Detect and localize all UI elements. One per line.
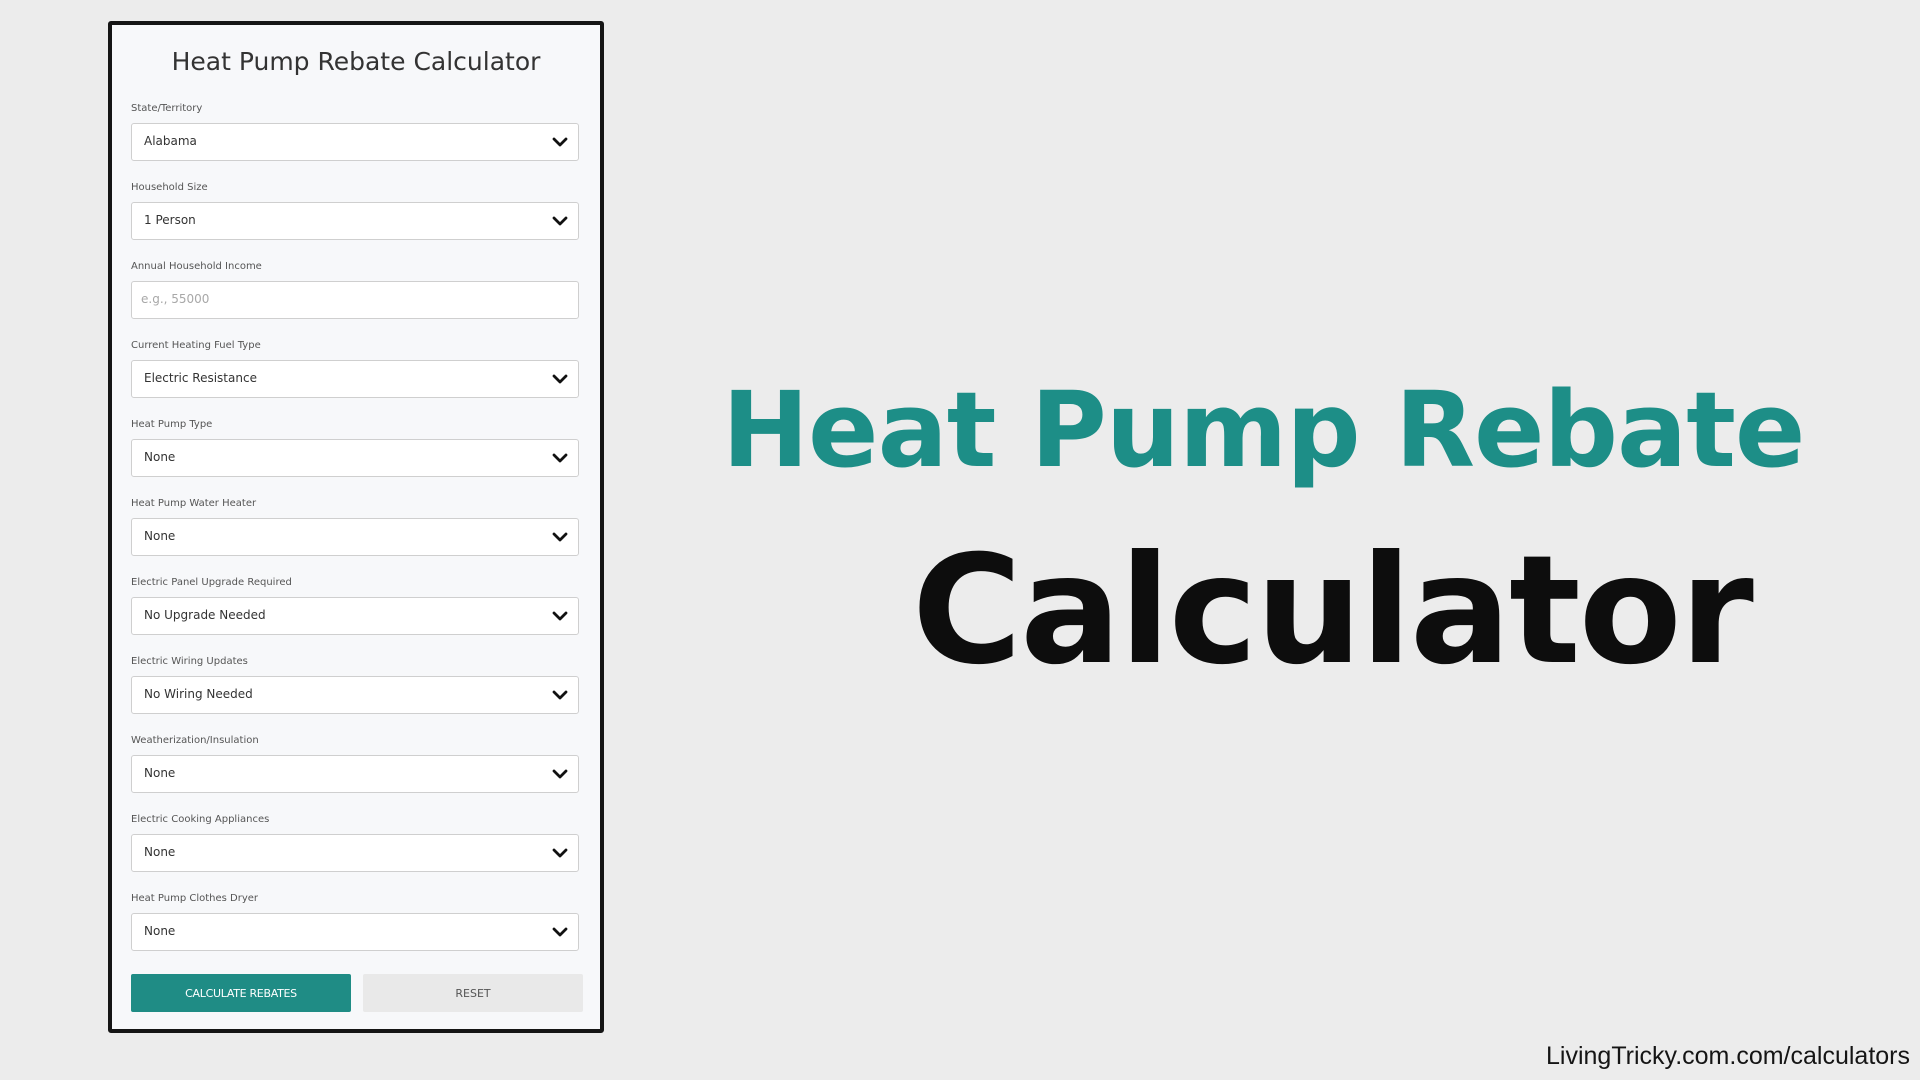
reset-button[interactable]: RESET <box>363 974 583 1012</box>
calculator-panel: Heat Pump Rebate Calculator State/Territ… <box>108 21 604 1033</box>
wiring-label: Electric Wiring Updates <box>131 656 248 667</box>
chevron-down-icon <box>552 611 568 621</box>
water-heater-label: Heat Pump Water Heater <box>131 498 257 509</box>
weatherization-value: None <box>144 766 176 780</box>
fuel-type-label: Current Heating Fuel Type <box>131 340 261 351</box>
income-label: Annual Household Income <box>131 261 262 272</box>
household-size-value: 1 Person <box>144 213 196 227</box>
chevron-down-icon <box>552 216 568 226</box>
dryer-value: None <box>144 924 176 938</box>
heat-pump-type-select[interactable]: None <box>131 439 579 477</box>
panel-upgrade-label: Electric Panel Upgrade Required <box>131 577 292 588</box>
footer-url: LivingTricky.com.com/calculators <box>1546 1042 1910 1070</box>
hero-title-line2: Calculator <box>912 524 1754 698</box>
weatherization-label: Weatherization/Insulation <box>131 735 259 746</box>
panel-upgrade-select[interactable]: No Upgrade Needed <box>131 597 579 635</box>
panel-upgrade-value: No Upgrade Needed <box>144 608 266 622</box>
cooking-value: None <box>144 845 176 859</box>
cooking-label: Electric Cooking Appliances <box>131 814 270 825</box>
chevron-down-icon <box>552 927 568 937</box>
chevron-down-icon <box>552 690 568 700</box>
hero-title-line1: Heat Pump Rebate <box>722 369 1805 491</box>
water-heater-value: None <box>144 529 176 543</box>
household-size-select[interactable]: 1 Person <box>131 202 579 240</box>
dryer-select[interactable]: None <box>131 913 579 951</box>
chevron-down-icon <box>552 137 568 147</box>
fuel-type-select[interactable]: Electric Resistance <box>131 360 579 398</box>
weatherization-select[interactable]: None <box>131 755 579 793</box>
wiring-value: No Wiring Needed <box>144 687 253 701</box>
chevron-down-icon <box>552 769 568 779</box>
chevron-down-icon <box>552 374 568 384</box>
income-input[interactable]: e.g., 55000 <box>131 281 579 319</box>
chevron-down-icon <box>552 848 568 858</box>
income-placeholder: e.g., 55000 <box>141 292 210 306</box>
dryer-label: Heat Pump Clothes Dryer <box>131 893 259 904</box>
cooking-select[interactable]: None <box>131 834 579 872</box>
state-select[interactable]: Alabama <box>131 123 579 161</box>
water-heater-select[interactable]: None <box>131 518 579 556</box>
calculate-rebates-button[interactable]: CALCULATE REBATES <box>131 974 351 1012</box>
chevron-down-icon <box>552 532 568 542</box>
state-label: State/Territory <box>131 103 203 114</box>
fuel-type-value: Electric Resistance <box>144 371 257 385</box>
calculator-title: Heat Pump Rebate Calculator <box>171 47 541 76</box>
household-size-label: Household Size <box>131 182 208 193</box>
heat-pump-type-label: Heat Pump Type <box>131 419 213 430</box>
state-value: Alabama <box>144 134 197 148</box>
heat-pump-type-value: None <box>144 450 176 464</box>
wiring-select[interactable]: No Wiring Needed <box>131 676 579 714</box>
chevron-down-icon <box>552 453 568 463</box>
